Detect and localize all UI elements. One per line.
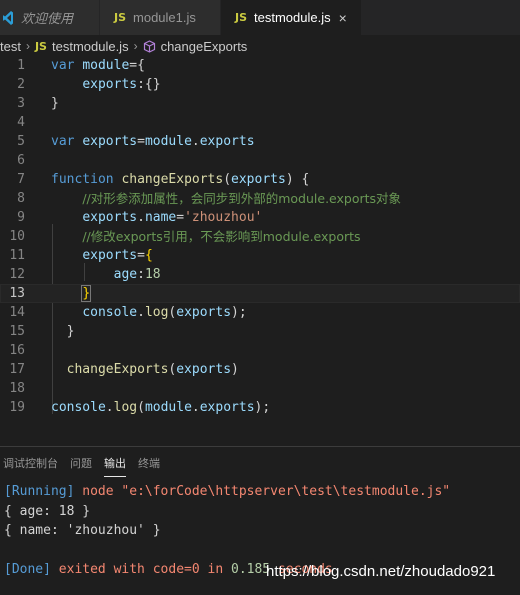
code-line: 19 console.log(module.exports); [0,398,520,417]
tab-output[interactable]: 输出 [104,455,126,477]
code-text: exports={ [82,248,153,263]
code-line: 1 var module={ [0,56,520,75]
code-text: console.log(module.exports); [51,400,271,415]
line-number: 1 [17,58,25,73]
tab-module1[interactable]: JS module1.js [100,0,221,35]
code-text: exports.name='zhouzhou' [82,210,263,225]
line-number: 12 [9,267,25,282]
line-number: 18 [9,381,25,396]
code-line: 10 //修改exports引用，不会影响到module.exports [0,227,520,246]
running-command: node "e:\forCode\httpserver\test\testmod… [74,484,451,499]
tab-problems[interactable]: 问题 [70,455,92,477]
editor-tab-bar: 欢迎使用 JS module1.js JS testmodule.js × [0,0,520,35]
tab-terminal[interactable]: 终端 [138,455,160,477]
breadcrumb-file[interactable]: testmodule.js [52,39,129,54]
code-line: 6 [0,151,520,170]
code-line: 15 } [0,322,520,341]
line-number: 14 [9,305,25,320]
line-number: 9 [17,210,25,225]
code-text: var exports=module.exports [51,134,255,149]
code-line: 8 //对形参添加属性，会同步到外部的module.exports对象 [0,189,520,208]
code-text: function changeExports(exports) { [51,172,310,187]
line-number: 6 [17,153,25,168]
code-text: console.log(exports); [82,305,247,320]
code-line: 3 } [0,94,520,113]
code-line: 11 exports={ [0,246,520,265]
line-number: 10 [9,229,25,244]
chevron-right-icon: › [25,39,30,53]
tab-label: module1.js [133,10,196,25]
js-file-icon: JS [235,11,248,24]
tab-debug-console[interactable]: 调试控制台 [3,455,58,477]
breadcrumb-folder[interactable]: test [0,39,21,54]
line-number: 19 [9,400,25,415]
code-text: } [81,285,92,302]
line-number: 2 [17,77,25,92]
chevron-right-icon: › [133,39,138,53]
line-number: 17 [9,362,25,377]
code-line: 2 exports:{} [0,75,520,94]
done-text: exited with [50,562,153,577]
code-text: var module={ [51,58,145,73]
code-line: 7 function changeExports(exports) { [0,170,520,189]
js-file-icon: JS [114,11,127,24]
code-text: age:18 [113,267,161,282]
code-text: changeExports(exports) [66,362,239,377]
running-tag: [Running] [4,484,75,499]
tab-welcome[interactable]: 欢迎使用 [0,0,100,35]
done-code: code=0 [152,562,200,577]
code-line: 16 [0,341,520,360]
code-text: } [66,324,75,339]
line-number: 4 [17,115,25,130]
line-number: 7 [17,172,25,187]
code-line: 4 [0,113,520,132]
output-line: { name: 'zhouzhou' } [4,523,161,538]
done-in: in [199,562,231,577]
tab-label: testmodule.js [254,10,331,25]
js-file-icon: JS [34,39,47,53]
code-text: } [51,96,59,111]
code-text: //对形参添加属性，会同步到外部的module.exports对象 [82,191,402,206]
line-number: 8 [17,191,25,206]
code-line: 18 [0,379,520,398]
vscode-logo-icon [3,10,13,25]
breadcrumb-symbol[interactable]: changeExports [161,39,248,54]
method-cube-icon [143,39,155,53]
code-line-current: 13 } [0,284,520,303]
code-line: 17 changeExports(exports) [0,360,520,379]
watermark: https://blog.csdn.net/zhoudado921 [266,563,496,580]
line-number: 5 [17,134,25,149]
tab-label: 欢迎使用 [21,11,74,26]
code-text: //修改exports引用，不会影响到module.exports [82,229,361,244]
code-line: 9 exports.name='zhouzhou' [0,208,520,227]
code-line: 14 console.log(exports); [0,303,520,322]
line-number: 15 [9,324,25,339]
done-tag: [Done] [4,562,51,577]
output-line: { age: 18 } [4,503,91,519]
line-number: 13 [9,286,25,301]
panel-tab-bar: 调试控制台 问题 输出 终端 [0,455,169,477]
line-number: 16 [9,343,25,358]
done-seconds-value: 0.185 [231,562,271,577]
tab-testmodule[interactable]: JS testmodule.js × [221,0,362,35]
code-line: 5 var exports=module.exports [0,132,520,151]
close-tab-icon[interactable]: × [339,10,347,26]
panel-divider [0,446,520,447]
line-number: 11 [9,248,25,263]
code-editor[interactable]: 1 var module={ 2 exports:{} 3 } 4 5 var … [0,54,520,424]
line-number: 3 [17,96,25,111]
code-line: 12 age:18 [0,265,520,284]
code-text: exports:{} [82,77,161,92]
